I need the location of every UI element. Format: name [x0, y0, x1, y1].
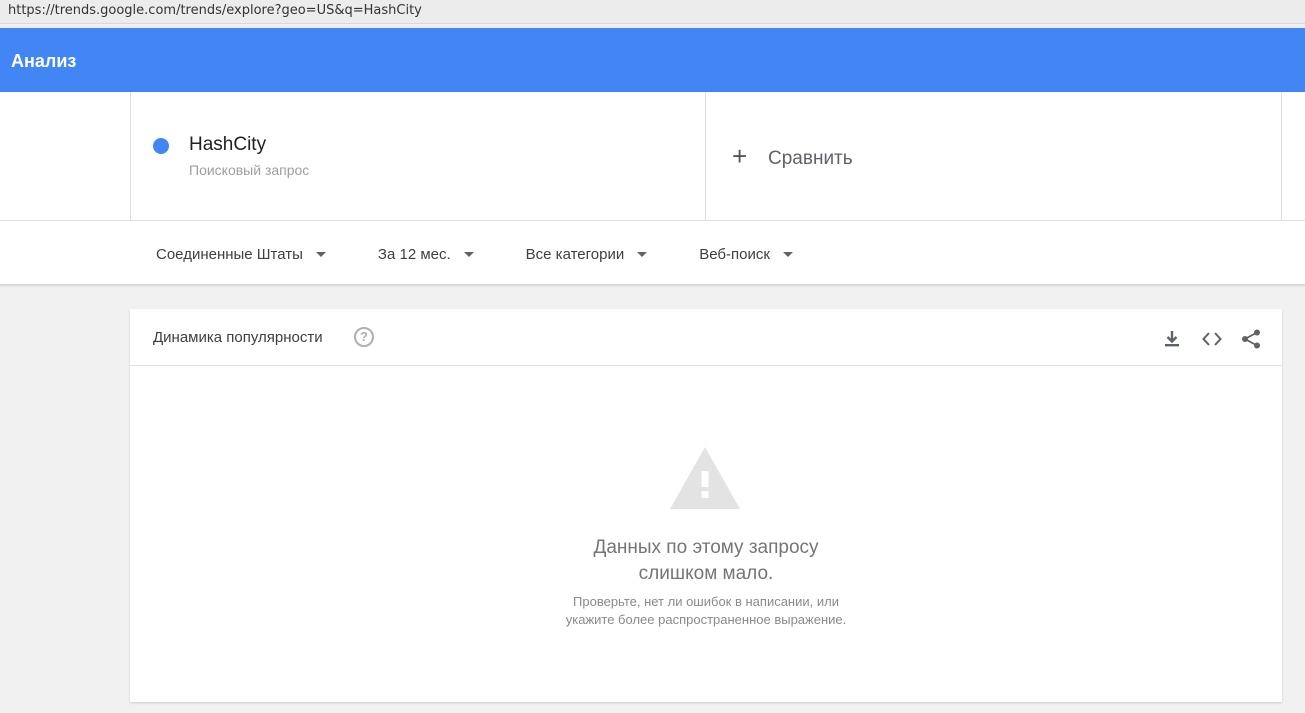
divider — [0, 220, 1305, 221]
term-name[interactable]: HashCity — [189, 134, 266, 156]
period-dropdown[interactable]: За 12 мес. — [378, 242, 474, 266]
empty-state-hint: Проверьте, нет ли ошибок в написании, ил… — [130, 593, 1282, 629]
empty-line-1: Данных по этому запросу — [593, 537, 819, 558]
region-label: Соединенные Штаты — [156, 245, 303, 263]
page-title: Анализ — [11, 51, 77, 71]
panel-header: Динамика популярности ? — [130, 309, 1282, 366]
dropdown-arrow-icon — [315, 251, 326, 257]
compare-button[interactable]: + Сравнить — [706, 92, 1282, 220]
address-bar[interactable]: https://trends.google.com/trends/explore… — [0, 0, 1305, 24]
hint-line-1: Проверьте, нет ли ошибок в написании, ил… — [573, 594, 839, 609]
search-type-label: Веб-поиск — [699, 245, 770, 263]
category-label: Все категории — [525, 245, 625, 263]
empty-state-message: Данных по этому запросу слишком мало. — [130, 535, 1282, 587]
term-type: Поисковый запрос — [189, 162, 310, 178]
dropdown-arrow-icon — [782, 251, 793, 257]
compare-label: Сравнить — [768, 148, 853, 169]
period-label: За 12 мес. — [377, 245, 451, 263]
plus-icon: + — [732, 141, 748, 171]
category-dropdown[interactable]: Все категории — [526, 242, 648, 266]
empty-line-2: слишком мало. — [638, 563, 774, 584]
search-type-dropdown[interactable]: Веб-поиск — [699, 242, 793, 266]
warning-triangle-icon — [668, 445, 742, 516]
interest-over-time-panel: Динамика популярности ? Данных по этому … — [130, 309, 1282, 702]
region-dropdown[interactable]: Соединенные Штаты — [156, 242, 326, 266]
explore-header: HashCity Поисковый запрос + Сравнить Сое… — [0, 92, 1305, 285]
term-color-dot — [153, 138, 169, 154]
app-bar: Анализ — [0, 28, 1305, 92]
download-icon[interactable] — [1161, 328, 1183, 350]
search-term-card[interactable]: HashCity Поисковый запрос — [130, 92, 706, 220]
dropdown-arrow-icon — [637, 251, 648, 257]
panel-title: Динамика популярности — [153, 329, 323, 346]
embed-code-icon[interactable] — [1201, 328, 1223, 350]
share-icon[interactable] — [1240, 328, 1262, 350]
hint-line-2: укажите более распространенное выражение… — [565, 612, 847, 627]
filter-bar: Соединенные Штаты За 12 мес. Все категор… — [156, 242, 845, 266]
dropdown-arrow-icon — [463, 251, 474, 257]
help-circle-icon[interactable]: ? — [354, 327, 374, 347]
